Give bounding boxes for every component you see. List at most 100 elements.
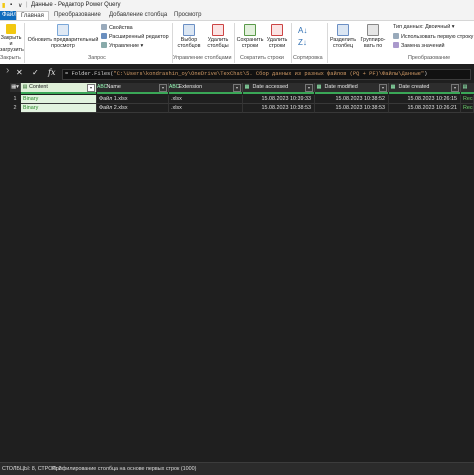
filter-dropdown-icon[interactable]: ▾ bbox=[159, 84, 167, 92]
text-type-icon: ABC bbox=[97, 84, 108, 90]
formula-bar: › ✕ ✓ fx = Folder.Files("C:\Users\kondra… bbox=[0, 64, 474, 83]
filter-dropdown-icon[interactable]: ▾ bbox=[305, 84, 313, 92]
close-load-label2: загрузить bbox=[0, 47, 24, 53]
binary-link[interactable]: Binary bbox=[21, 95, 97, 104]
column-header-extension[interactable]: ABC Extension ▾ bbox=[169, 83, 243, 92]
remove-columns-button[interactable]: Удалить столбцы bbox=[204, 24, 232, 49]
group-by-button[interactable]: Группиро- вать по bbox=[357, 24, 389, 49]
table-cell[interactable]: 15.08.2023 10:38:53 bbox=[315, 104, 389, 113]
collapse-queries-icon[interactable]: › bbox=[6, 65, 9, 76]
datetime-type-icon: ▦ bbox=[316, 84, 322, 90]
choose-columns-button[interactable]: Выбор столбцов bbox=[174, 24, 204, 49]
app-icon: ▮ bbox=[2, 3, 6, 9]
sort-descending-icon[interactable]: Z↓ bbox=[298, 39, 307, 47]
formula-input[interactable]: = Folder.Files("C:\Users\kondrashin_oy\O… bbox=[62, 69, 471, 80]
table-cell[interactable]: 15.08.2023 10:38:53 bbox=[243, 104, 315, 113]
filter-dropdown-icon[interactable]: ▾ bbox=[87, 84, 95, 92]
choose-columns-icon bbox=[183, 24, 195, 36]
table-menu-icon[interactable]: ▦▾ bbox=[10, 83, 21, 92]
ribbon-divider bbox=[327, 23, 328, 63]
tab-add-column[interactable]: Добавление столбца bbox=[105, 11, 171, 20]
close-load-label1: Закрыть и bbox=[0, 35, 22, 47]
table-cell[interactable]: 15.08.2023 10:39:33 bbox=[243, 95, 315, 104]
properties-icon bbox=[101, 24, 107, 30]
group-label-close: Закрыть bbox=[0, 55, 21, 61]
datetime-type-icon: ▦ bbox=[390, 84, 396, 90]
column-name: Date modified bbox=[324, 84, 358, 90]
advanced-editor-icon bbox=[101, 33, 107, 39]
record-link[interactable]: Recor bbox=[461, 104, 474, 113]
advanced-editor-button[interactable]: Расширенный редактор bbox=[101, 33, 169, 41]
fx-label: fx bbox=[48, 68, 56, 77]
ribbon-divider bbox=[291, 23, 292, 63]
refresh-label2: просмотр bbox=[51, 43, 75, 49]
undo-icon[interactable]: ∨ bbox=[18, 2, 22, 9]
ribbon: Закрыть и загрузить Закрыть Обновить пре… bbox=[0, 20, 474, 66]
column-header-name[interactable]: ABC Name ▾ bbox=[97, 83, 169, 92]
data-grid: ▦▾ ▤ Content ▾ ABC Name ▾ ABC Extension ▾ ▦ … bbox=[0, 82, 474, 462]
manage-button[interactable]: Управление ▾ bbox=[101, 42, 143, 50]
sort-ascending-icon[interactable]: A↓ bbox=[298, 27, 307, 35]
group-by-label2: вать по bbox=[363, 43, 383, 49]
confirm-icon[interactable]: ✓ bbox=[32, 68, 39, 77]
ribbon-divider bbox=[24, 23, 25, 63]
window-title: Данные - Редактор Power Query bbox=[31, 2, 121, 8]
title-separator: | bbox=[26, 2, 28, 8]
data-type-dropdown[interactable]: Тип данных: Двоичный ▾ bbox=[393, 24, 455, 31]
column-name: Date created bbox=[398, 84, 430, 90]
table-cell[interactable]: Файл 2.xlsx bbox=[97, 104, 169, 113]
column-profiling-status[interactable]: Профилирование столбца на основе первых … bbox=[52, 463, 196, 475]
record-link[interactable]: Recor bbox=[461, 95, 474, 104]
formula-suffix: ) bbox=[424, 71, 428, 77]
remove-rows-button[interactable]: Удалить строки bbox=[264, 24, 290, 49]
column-header-date-accessed[interactable]: ▦ Date accessed ▾ bbox=[243, 83, 315, 92]
save-icon[interactable]: ▪ bbox=[10, 2, 12, 8]
cancel-icon[interactable]: ✕ bbox=[16, 68, 23, 77]
record-type-icon: ▤ bbox=[462, 84, 468, 90]
table-cell[interactable]: 15.08.2023 10:26:21 bbox=[389, 104, 461, 113]
table-cell[interactable]: Файл 1.xlsx bbox=[97, 95, 169, 104]
manage-label: Управление bbox=[109, 43, 139, 49]
group-label-sort: Сортировка bbox=[293, 55, 323, 61]
row-number[interactable]: 1 bbox=[10, 95, 20, 104]
group-label-transform: Преобразование bbox=[408, 55, 451, 61]
binary-link[interactable]: Binary bbox=[21, 104, 97, 113]
table-cell[interactable]: 15.08.2023 10:26:15 bbox=[389, 95, 461, 104]
quality-bar bbox=[169, 92, 242, 94]
table-cell[interactable]: .xlsx bbox=[169, 104, 243, 113]
column-header-date-created[interactable]: ▦ Date created ▾ bbox=[389, 83, 461, 92]
filter-dropdown-icon[interactable]: ▾ bbox=[451, 84, 459, 92]
quality-bar bbox=[21, 92, 96, 94]
refresh-preview-button[interactable]: Обновить предварительный просмотр bbox=[26, 24, 100, 49]
close-load-icon bbox=[6, 24, 16, 34]
replace-values-button[interactable]: Замена значений bbox=[393, 42, 445, 50]
keep-rows-icon bbox=[244, 24, 256, 36]
row-number[interactable]: 2 bbox=[10, 104, 20, 113]
properties-button[interactable]: Свойства bbox=[101, 24, 133, 32]
first-row-label: Использовать первую строку bbox=[401, 34, 474, 40]
formula-prefix: = Folder.Files( bbox=[65, 71, 114, 77]
keep-rows-button[interactable]: Сохранить строки bbox=[236, 24, 264, 49]
keep-rows-label2: строки bbox=[241, 43, 259, 49]
tab-view[interactable]: Просмотр bbox=[170, 11, 205, 20]
table-cell[interactable]: 15.08.2023 10:38:52 bbox=[315, 95, 389, 104]
remove-columns-icon bbox=[212, 24, 224, 36]
quality-bar bbox=[461, 92, 474, 94]
properties-label: Свойства bbox=[109, 25, 133, 31]
use-first-row-button[interactable]: Использовать первую строку bbox=[393, 33, 473, 41]
ribbon-tabs: Файл Главная Преобразование Добавление с… bbox=[0, 10, 474, 21]
split-column-button[interactable]: Разделить столбец bbox=[329, 24, 357, 49]
column-header-content[interactable]: ▤ Content ▾ bbox=[21, 83, 97, 92]
manage-icon bbox=[101, 42, 107, 48]
quality-bar bbox=[243, 92, 314, 94]
binary-type-icon: ▤ bbox=[22, 84, 28, 90]
table-cell[interactable]: .xlsx bbox=[169, 95, 243, 104]
tab-transform[interactable]: Преобразование bbox=[50, 11, 105, 20]
filter-dropdown-icon[interactable]: ▾ bbox=[379, 84, 387, 92]
column-header-date-modified[interactable]: ▦ Date modified ▾ bbox=[315, 83, 389, 92]
column-name: Content bbox=[29, 84, 48, 90]
replace-values-label: Замена значений bbox=[401, 43, 445, 49]
filter-dropdown-icon[interactable]: ▾ bbox=[233, 84, 241, 92]
close-and-load-button[interactable]: Закрыть и загрузить bbox=[0, 24, 24, 53]
column-header-attributes[interactable]: ▤ bbox=[461, 83, 474, 92]
